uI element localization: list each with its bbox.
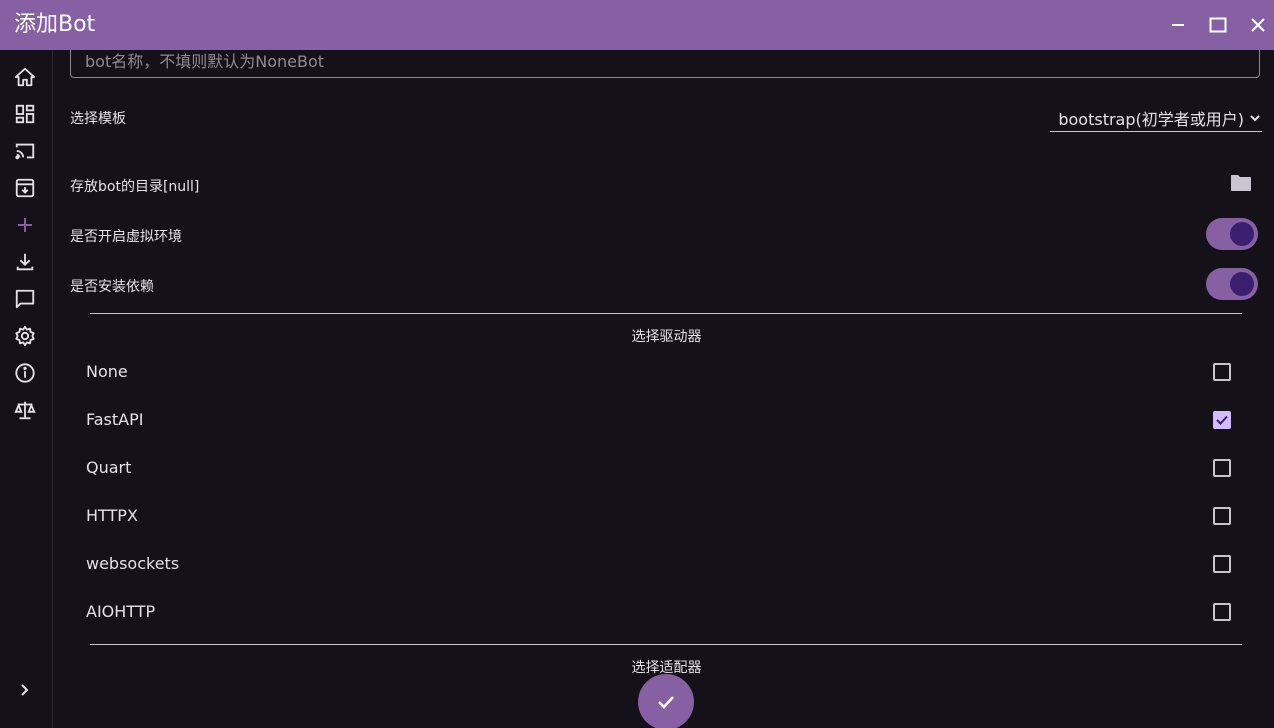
chat-icon[interactable]: [12, 286, 38, 312]
add-icon[interactable]: [12, 212, 38, 238]
driver-checkbox-aiohttp[interactable]: [1213, 603, 1231, 621]
bot-name-field[interactable]: [70, 50, 1260, 78]
folder-icon[interactable]: [1230, 174, 1254, 194]
archive-icon[interactable]: [12, 175, 38, 201]
divider: [90, 644, 1242, 645]
dashboard-icon[interactable]: [12, 101, 38, 127]
chevron-down-icon: [1250, 115, 1260, 122]
venv-label: 是否开启虚拟环境: [70, 229, 182, 245]
driver-checkbox-none[interactable]: [1213, 363, 1231, 381]
template-select[interactable]: bootstrap(初学者或用户): [1050, 105, 1262, 132]
driver-checkbox-websockets[interactable]: [1213, 555, 1231, 573]
chevron-right-icon[interactable]: [12, 677, 38, 703]
driver-checkbox-quart[interactable]: [1213, 459, 1231, 477]
deps-label: 是否安装依赖: [70, 279, 154, 295]
bot-name-input[interactable]: [83, 50, 1087, 74]
template-select-value: bootstrap(初学者或用户): [1058, 110, 1244, 129]
check-icon: [1216, 415, 1228, 425]
info-icon[interactable]: [12, 360, 38, 386]
driver-option-label: AIOHTTP: [86, 602, 156, 621]
close-icon[interactable]: [1244, 11, 1272, 39]
sidebar: [0, 50, 53, 728]
main-content: 选择模板 bootstrap(初学者或用户) 存放bot的目录[null] 是否…: [53, 50, 1274, 728]
driver-option-label: Quart: [86, 458, 132, 477]
check-icon: [658, 696, 674, 709]
download-icon[interactable]: [12, 249, 38, 275]
deps-toggle[interactable]: [1206, 268, 1258, 300]
window-title: 添加Bot: [14, 12, 96, 37]
divider: [90, 313, 1242, 314]
driver-checkbox-fastapi[interactable]: [1213, 411, 1231, 429]
maximize-icon[interactable]: [1204, 11, 1232, 39]
driver-section-title: 选择驱动器: [631, 329, 702, 345]
title-bar: 添加Bot: [0, 0, 1274, 50]
driver-option-label: HTTPX: [86, 506, 138, 525]
driver-option-label: FastAPI: [86, 410, 144, 429]
driver-checkbox-httpx[interactable]: [1213, 507, 1231, 525]
confirm-button[interactable]: [638, 674, 694, 728]
driver-option-label: websockets: [86, 554, 180, 573]
balance-icon[interactable]: [12, 397, 38, 423]
home-icon[interactable]: [12, 64, 38, 90]
settings-icon[interactable]: [12, 323, 38, 349]
template-label: 选择模板: [70, 111, 126, 127]
venv-toggle[interactable]: [1206, 218, 1258, 250]
toggle-knob: [1230, 222, 1254, 246]
bot-dir-label: 存放bot的目录[null]: [70, 179, 200, 195]
toggle-knob: [1230, 272, 1254, 296]
minimize-icon[interactable]: [1164, 11, 1192, 39]
driver-option-label: None: [86, 362, 128, 381]
cast-icon[interactable]: [12, 138, 38, 164]
